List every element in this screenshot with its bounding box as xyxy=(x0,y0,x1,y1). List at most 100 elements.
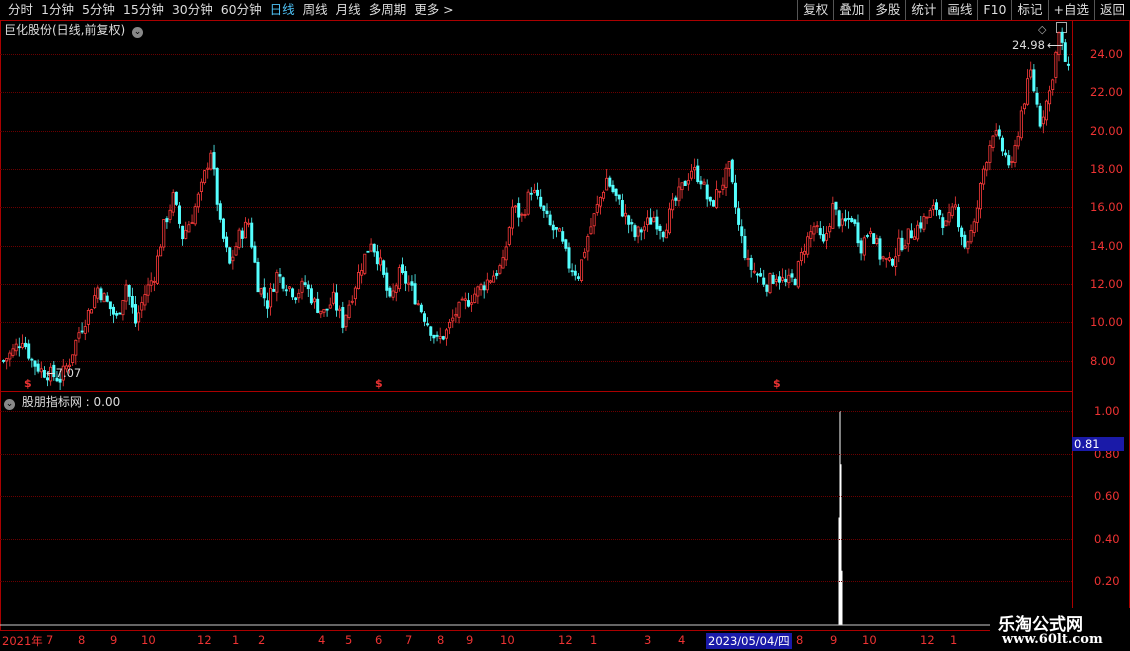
candle-body xyxy=(240,230,244,239)
toolbar-button-5[interactable]: F10 xyxy=(977,0,1011,20)
price-tick-label: 14.00 xyxy=(1090,238,1123,253)
candle-body xyxy=(498,265,502,274)
candle-body xyxy=(715,189,719,209)
candle-body xyxy=(649,217,653,225)
candle-body xyxy=(799,252,803,262)
period-tab-6[interactable]: 日线 xyxy=(266,0,299,20)
period-tab-10[interactable]: 更多 > xyxy=(410,0,457,20)
toolbar-button-4[interactable]: 画线 xyxy=(941,0,977,20)
date-tick-label: 3 xyxy=(644,633,652,647)
candle-body xyxy=(256,261,260,293)
candle-body xyxy=(771,274,775,284)
candle-body xyxy=(894,256,898,267)
indicator-gridline xyxy=(0,411,1072,412)
candlestick-chart[interactable] xyxy=(0,20,1072,390)
date-tick-label: 9 xyxy=(110,633,118,647)
period-tab-8[interactable]: 月线 xyxy=(332,0,365,20)
candle-body xyxy=(473,293,477,303)
candle-body xyxy=(1029,69,1033,78)
candle-body xyxy=(611,184,615,193)
candle-body xyxy=(24,342,28,348)
period-tab-9[interactable]: 多周期 xyxy=(365,0,411,20)
candle-body xyxy=(313,298,317,303)
toolbar-button-6[interactable]: 标记 xyxy=(1011,0,1047,20)
candle-body xyxy=(938,209,942,216)
candle-body xyxy=(674,197,678,201)
candle-body xyxy=(947,212,951,223)
candle-body xyxy=(781,277,785,281)
candle-body xyxy=(265,300,269,309)
period-tab-4[interactable]: 30分钟 xyxy=(168,0,217,20)
price-tick-label: 12.00 xyxy=(1090,277,1123,292)
candle-body xyxy=(580,259,584,281)
indicator-chart[interactable] xyxy=(0,391,1072,629)
toolbar-button-0[interactable]: 复权 xyxy=(797,0,833,20)
candle-body xyxy=(71,354,75,363)
price-tick-label: 22.00 xyxy=(1090,85,1123,100)
candle-body xyxy=(536,189,540,196)
candle-body xyxy=(262,287,266,299)
candle-body xyxy=(140,302,144,311)
candle-body xyxy=(372,243,376,253)
candle-body xyxy=(853,219,857,224)
marker-1[interactable]: $ xyxy=(24,377,32,390)
candle-body xyxy=(272,288,276,292)
candle-body xyxy=(454,314,458,317)
candle-body xyxy=(470,302,474,305)
candle-body xyxy=(592,213,596,227)
period-tab-0[interactable]: 分时 xyxy=(4,0,37,20)
candle-body xyxy=(727,161,731,169)
candle-body xyxy=(913,236,917,240)
candle-body xyxy=(668,208,671,234)
candle-body xyxy=(884,257,888,260)
low-price-label: ←7.07 xyxy=(46,366,82,380)
candle-body xyxy=(755,273,759,276)
period-tab-3[interactable]: 15分钟 xyxy=(119,0,168,20)
candle-body xyxy=(608,177,612,187)
candle-body xyxy=(1038,105,1042,127)
candle-body xyxy=(27,343,31,359)
toolbar-button-2[interactable]: 多股 xyxy=(869,0,905,20)
period-tab-2[interactable]: 5分钟 xyxy=(78,0,119,20)
candle-body xyxy=(730,159,734,183)
candle-body xyxy=(1022,103,1026,110)
toolbar-button-8[interactable]: 返回 xyxy=(1093,0,1130,20)
candle-body xyxy=(583,251,587,258)
candle-body xyxy=(1019,110,1023,139)
candle-body xyxy=(856,222,860,244)
candle-body xyxy=(168,209,172,220)
candle-body xyxy=(658,225,662,232)
marker-3[interactable]: $ xyxy=(773,377,781,390)
toolbar-button-3[interactable]: 统计 xyxy=(905,0,941,20)
period-tab-1[interactable]: 1分钟 xyxy=(37,0,78,20)
marker-2[interactable]: $ xyxy=(375,377,383,390)
candle-body xyxy=(243,221,247,239)
candle-body xyxy=(1044,100,1048,121)
candle-body xyxy=(171,192,175,213)
indicator-tick-label: 0.60 xyxy=(1094,489,1120,504)
candle-body xyxy=(366,250,370,253)
candle-body xyxy=(887,257,891,261)
candle-body xyxy=(488,280,492,283)
indicator-cursor-value: 0.81 xyxy=(1072,437,1124,451)
candle-body xyxy=(281,277,285,289)
candle-body xyxy=(752,270,756,273)
period-tab-5[interactable]: 60分钟 xyxy=(217,0,266,20)
toolbar-button-1[interactable]: 叠加 xyxy=(833,0,869,20)
candle-body xyxy=(397,267,401,290)
candle-body xyxy=(982,168,986,185)
candle-body xyxy=(347,304,351,318)
candle-body xyxy=(190,222,194,225)
candle-body xyxy=(17,346,21,349)
candle-body xyxy=(96,287,100,299)
candle-body xyxy=(212,152,216,170)
date-tick-label: 9 xyxy=(466,633,474,647)
date-cursor-label: 2023/05/04/四 xyxy=(706,633,792,649)
watermark: 乐淘公式网 www.60lt.com xyxy=(990,608,1130,650)
toolbar-button-7[interactable]: +自选 xyxy=(1047,0,1094,20)
period-tab-7[interactable]: 周线 xyxy=(299,0,332,20)
candle-body xyxy=(438,335,442,339)
candle-body xyxy=(765,284,769,292)
candle-body xyxy=(865,235,869,237)
candle-body xyxy=(143,294,147,306)
